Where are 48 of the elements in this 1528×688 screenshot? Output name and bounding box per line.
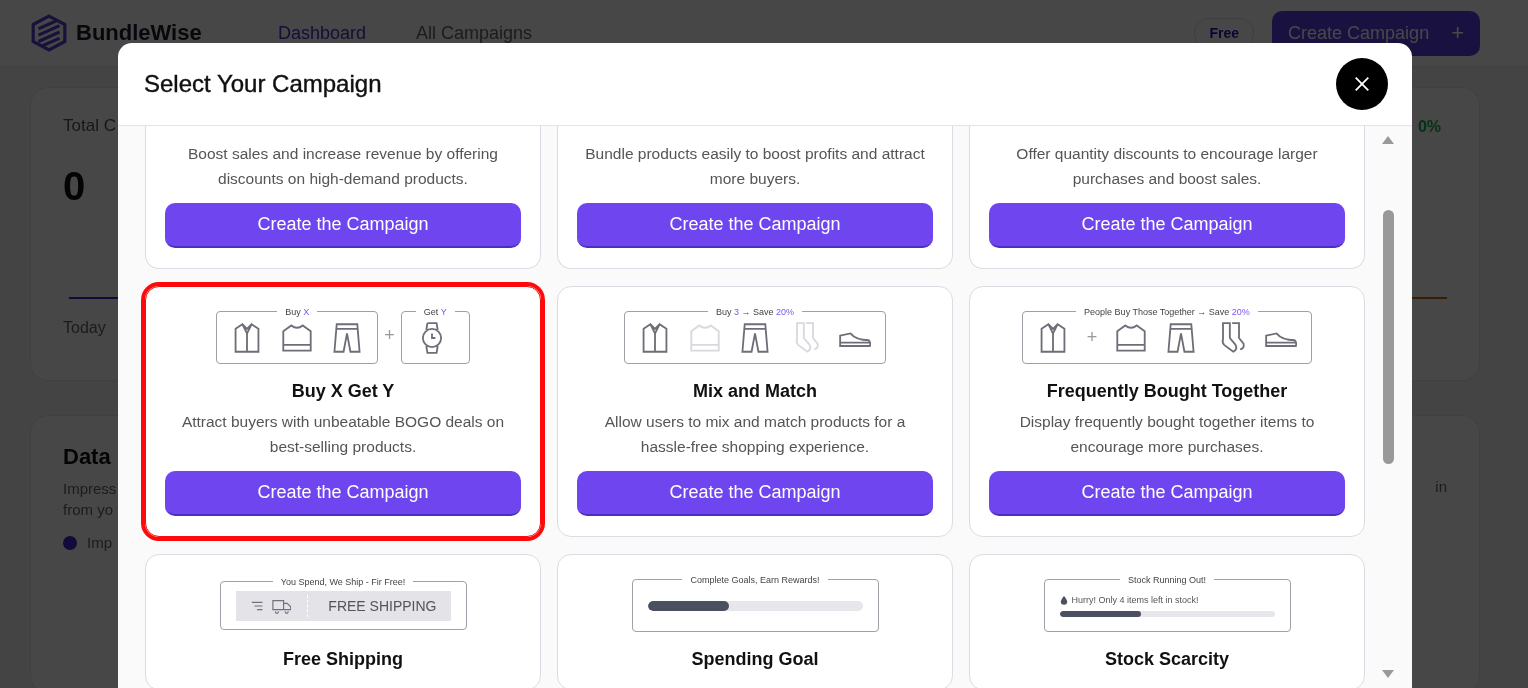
plus-sign: + — [1086, 327, 1098, 348]
caption-text: 3 — [734, 306, 739, 317]
campaign-description: Allow users to mix and match products for a hassle-free shopping experience. — [603, 412, 907, 457]
dialog-title: Select Your Campaign — [144, 70, 382, 98]
close-icon — [1353, 75, 1371, 93]
campaign-title: Spending Goal — [691, 649, 819, 669]
caption-text: Buy — [715, 306, 733, 317]
create-the-campaign-button[interactable]: Create the Campaign — [577, 471, 933, 516]
drop-icon — [1059, 594, 1068, 605]
plus-sign: + — [384, 324, 395, 346]
campaign-description: Boost sales and increase revenue by offering discounts on high-demand products. — [187, 144, 499, 189]
caption-text: Complete Goals, Earn Rewards! — [690, 574, 820, 585]
caption-text: Get — [423, 306, 440, 317]
caption-text: 20% — [1231, 306, 1250, 317]
caption-text: Y — [440, 306, 447, 317]
campaign-title: Stock Scarcity — [1104, 649, 1230, 669]
create-the-campaign-button[interactable]: Create the Campaign — [989, 203, 1345, 248]
create-the-campaign-button[interactable]: Create the Campaign — [165, 203, 521, 248]
brand-name: BundleWise — [76, 20, 202, 46]
change-percent: 0% — [1416, 117, 1442, 137]
caption-text: Stock Running Out! — [1127, 574, 1206, 585]
campaign-description: Display frequently bought together items to encourage more purchases. — [1018, 412, 1316, 457]
scrollbar-thumb[interactable] — [1382, 210, 1394, 464]
create-the-campaign-button[interactable]: Create the Campaign — [577, 203, 933, 248]
campaign-description: Bundle products easily to boost profits and attract more buyers. — [585, 144, 925, 189]
stat-value: 0 — [63, 164, 86, 209]
truck-icon — [271, 597, 292, 614]
caption-text: 20% — [776, 306, 795, 317]
campaign-description: Attract buyers with unbeatable BOGO deals on best-selling products. — [180, 412, 506, 457]
caption-text: → Save — [740, 306, 775, 317]
campaign-title: Frequently Bought Together — [1046, 381, 1288, 401]
stock-message: Hurry! Only 4 items left in stock! — [1071, 594, 1199, 605]
caption-text: People Buy Those Together → Save — [1084, 306, 1231, 317]
campaign-description: Offer quantity discounts to encourage larger purchases and boost sales. — [1015, 144, 1319, 189]
create-the-campaign-button[interactable]: Create the Campaign — [989, 471, 1345, 516]
campaign-title: Buy X Get Y — [291, 381, 395, 401]
caption-text: X — [303, 306, 310, 317]
create-the-campaign-button[interactable]: Create the Campaign — [165, 471, 521, 516]
speed-lines-icon — [249, 599, 264, 612]
data-title: Data — [63, 444, 111, 469]
close-button[interactable] — [1336, 58, 1388, 110]
caption-text: You Spend, We Ship - Fir Free! — [280, 576, 406, 587]
scroll-down-icon[interactable] — [1382, 670, 1394, 678]
free-shipping-text: FREE SHIPPING — [328, 597, 437, 614]
scroll-up-icon[interactable] — [1382, 136, 1394, 144]
campaign-title: Mix and Match — [693, 381, 817, 401]
campaign-title: Free Shipping — [283, 649, 403, 669]
caption-text: Buy — [285, 306, 302, 317]
